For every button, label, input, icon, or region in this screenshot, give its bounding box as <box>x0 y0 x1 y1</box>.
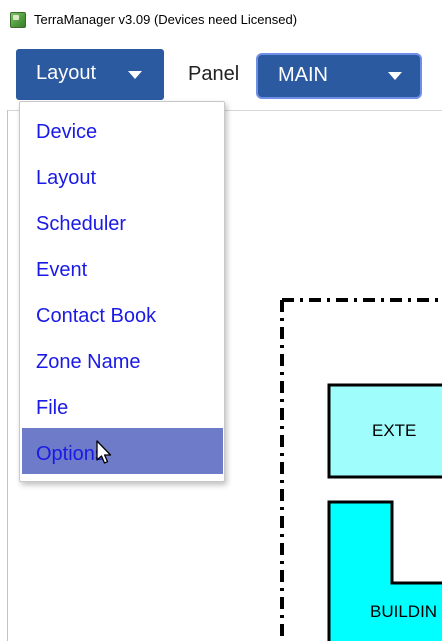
layout-dropdown-menu: Device Layout Scheduler Event Contact Bo… <box>19 101 225 482</box>
plan-zone-building-label: BUILDIN <box>370 602 437 621</box>
plan-zone-ext-label: EXTE <box>372 421 416 440</box>
menu-item-layout[interactable]: Layout <box>22 148 223 194</box>
menu-item-event[interactable]: Event <box>22 240 223 286</box>
panel-select-value: MAIN <box>278 64 328 86</box>
chevron-down-icon <box>388 72 402 80</box>
menu-item-zone-name[interactable]: Zone Name <box>22 332 223 378</box>
layout-button-label: Layout <box>36 62 97 84</box>
panel-label: Panel <box>188 63 240 85</box>
mouse-pointer-icon <box>96 440 112 464</box>
panel-select[interactable]: MAIN <box>256 53 422 99</box>
menu-item-file[interactable]: File <box>22 378 223 424</box>
menu-item-device[interactable]: Device <box>22 102 223 148</box>
chevron-down-icon <box>128 71 142 79</box>
menu-item-options[interactable]: Options <box>22 428 223 474</box>
menu-item-scheduler[interactable]: Scheduler <box>22 194 223 240</box>
layout-menu-button[interactable]: Layout <box>16 49 164 100</box>
menu-item-contact-book[interactable]: Contact Book <box>22 286 223 332</box>
